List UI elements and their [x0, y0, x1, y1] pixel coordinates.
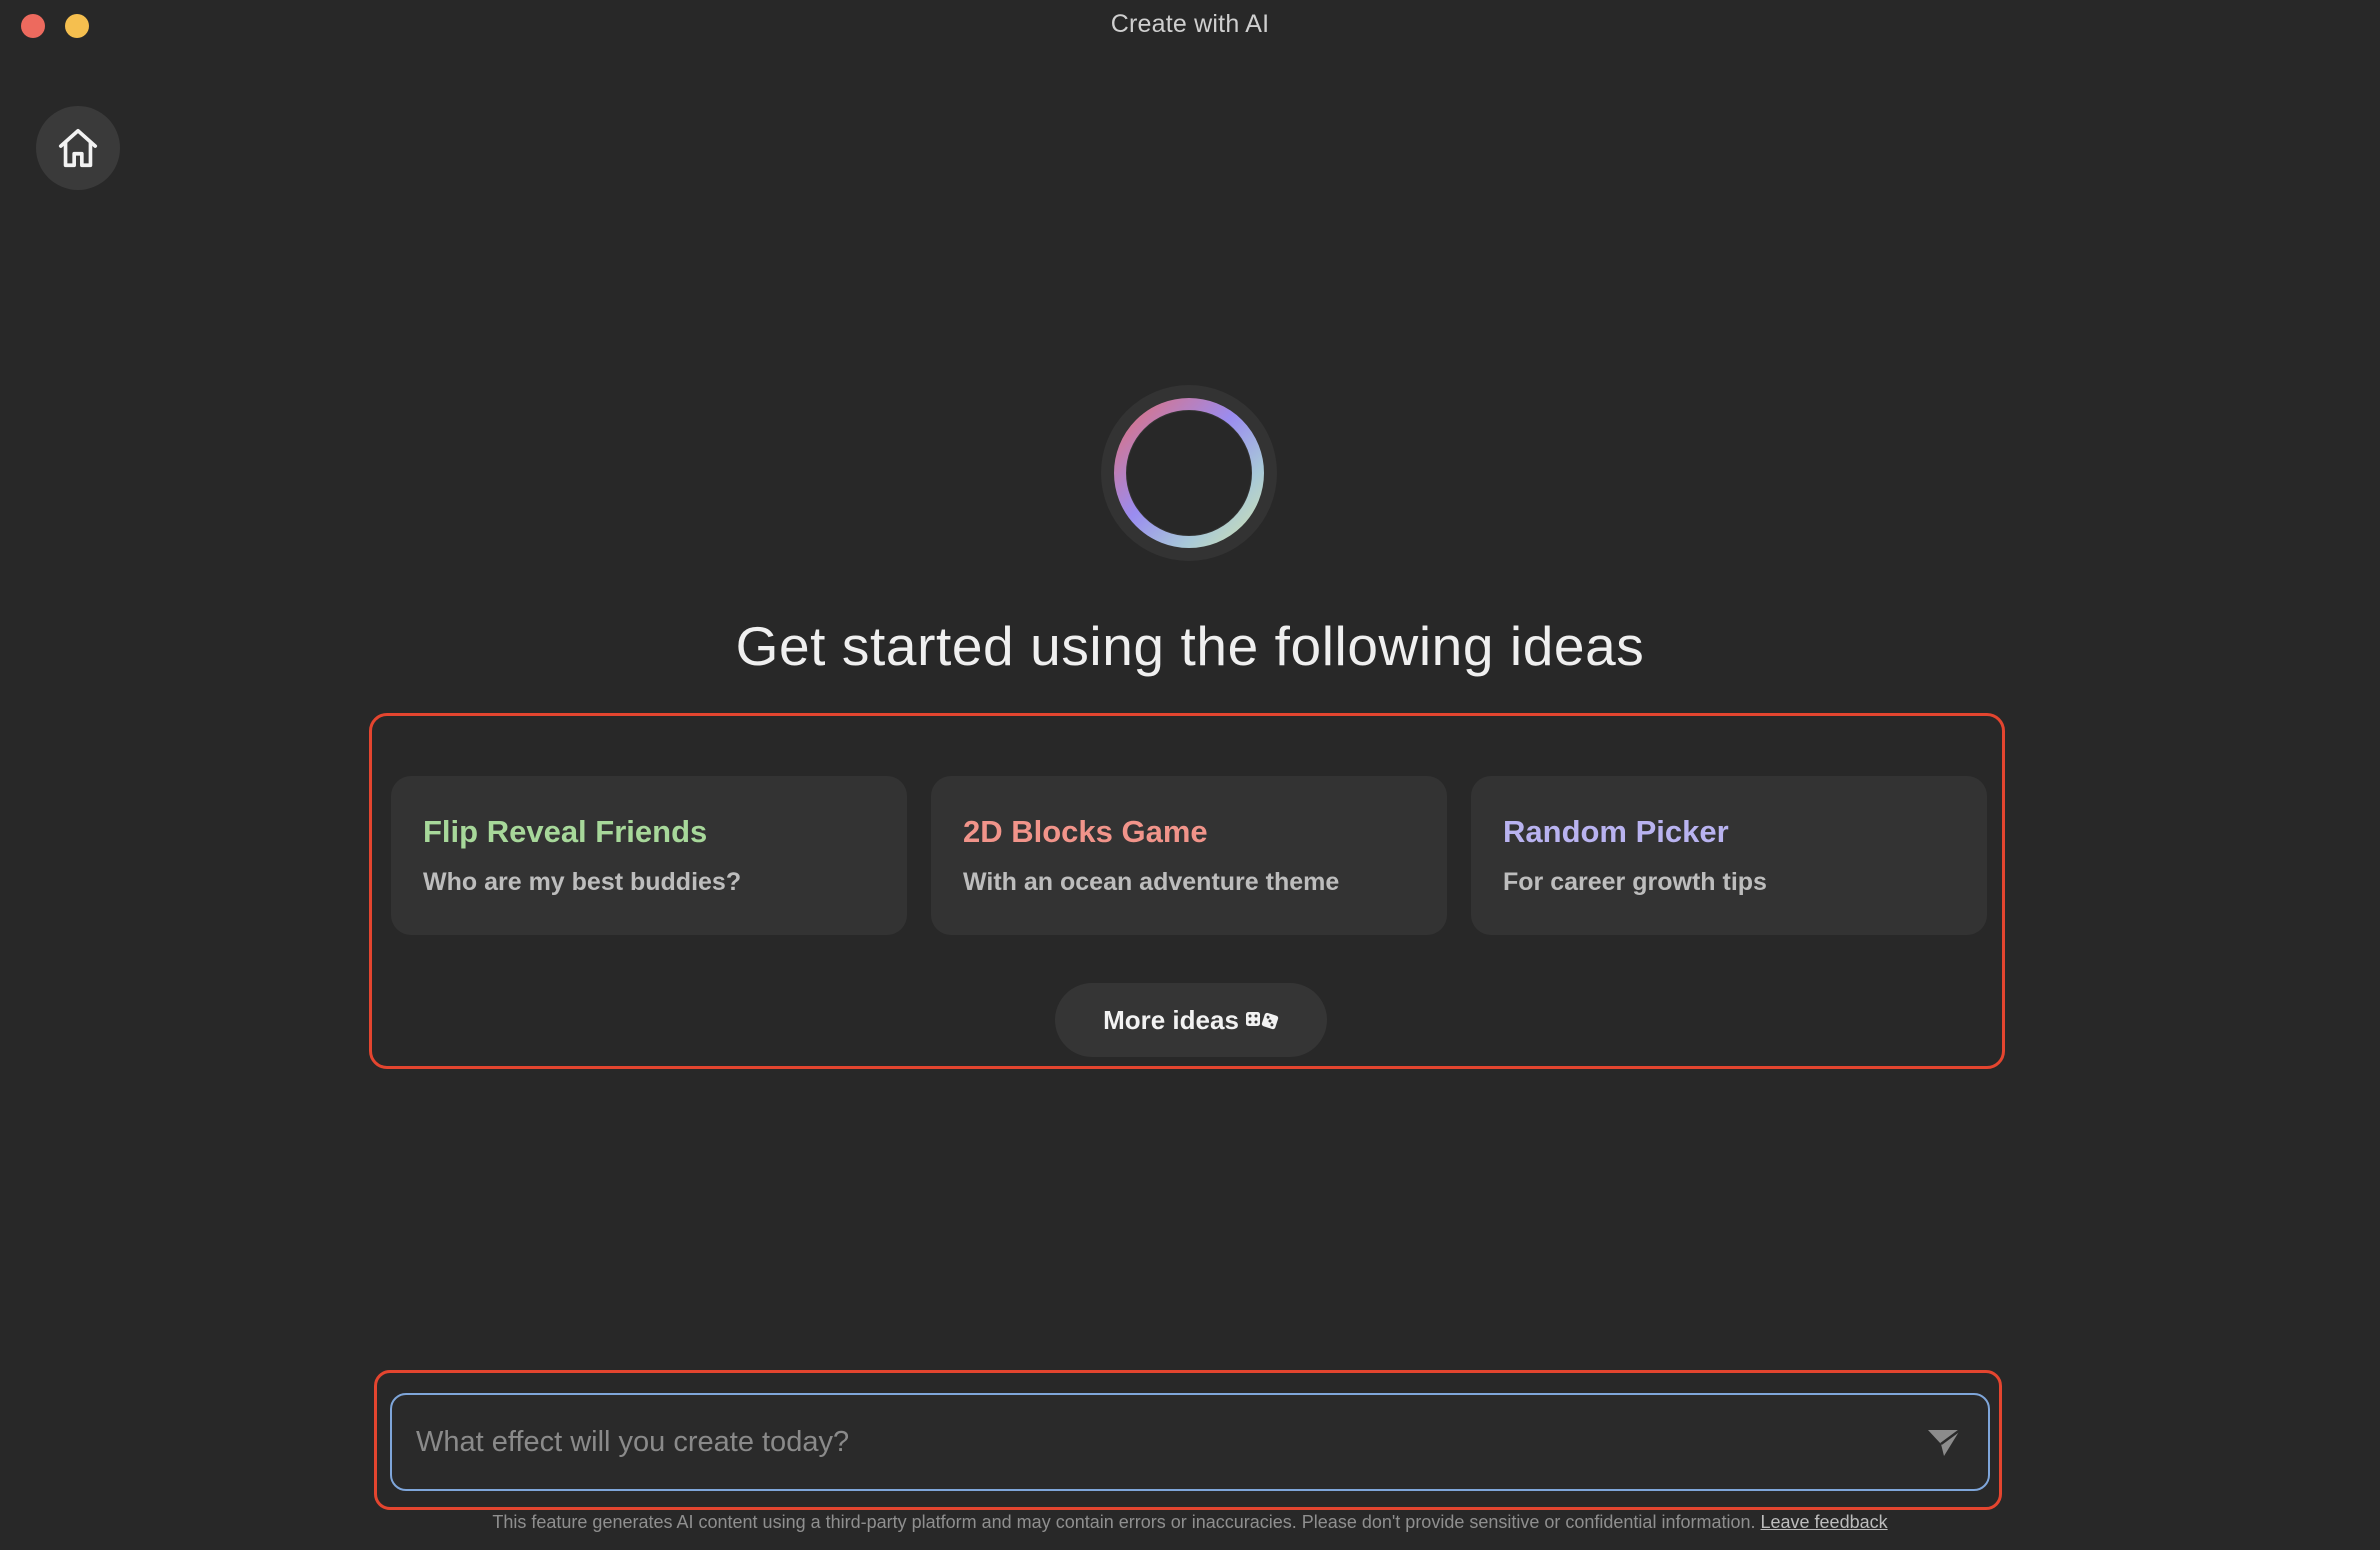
more-ideas-button[interactable]: More ideas: [1055, 983, 1327, 1057]
window-title: Create with AI: [1110, 10, 1270, 38]
disclaimer: This feature generates AI content using …: [0, 1512, 2380, 1533]
prompt-input[interactable]: [416, 1395, 1896, 1489]
home-icon: [58, 128, 98, 168]
dice-icon: [1245, 1012, 1279, 1030]
leave-feedback-link[interactable]: Leave feedback: [1761, 1512, 1888, 1532]
title-bar: Create with AI: [0, 0, 2380, 52]
page-headline: Get started using the following ideas: [735, 615, 1645, 677]
idea-subtitle: For career growth tips: [1503, 868, 1767, 896]
send-icon: [1928, 1428, 1961, 1456]
home-button[interactable]: [36, 106, 120, 190]
disclaimer-text: This feature generates AI content using …: [492, 1512, 1761, 1532]
prompt-box: [390, 1393, 1990, 1491]
send-button[interactable]: [1918, 1417, 1970, 1467]
idea-card-random-picker[interactable]: Random Picker For career growth tips: [1471, 776, 1987, 935]
idea-subtitle: With an ocean adventure theme: [963, 868, 1340, 896]
idea-subtitle: Who are my best buddies?: [423, 868, 742, 896]
app-window: Create with AI Get started using the fol…: [0, 0, 2380, 1550]
ideas-section: Flip Reveal Friends Who are my best budd…: [369, 713, 2005, 1069]
prompt-section: [374, 1370, 2002, 1510]
idea-title: 2D Blocks Game: [963, 814, 1208, 849]
idea-card-2d-blocks-game[interactable]: 2D Blocks Game With an ocean adventure t…: [931, 776, 1447, 935]
ai-loader-ring: [1098, 382, 1280, 564]
idea-card-flip-reveal-friends[interactable]: Flip Reveal Friends Who are my best budd…: [391, 776, 907, 935]
idea-title: Random Picker: [1503, 814, 1729, 849]
idea-title: Flip Reveal Friends: [423, 814, 708, 849]
more-ideas-label: More ideas: [1103, 1004, 1239, 1035]
